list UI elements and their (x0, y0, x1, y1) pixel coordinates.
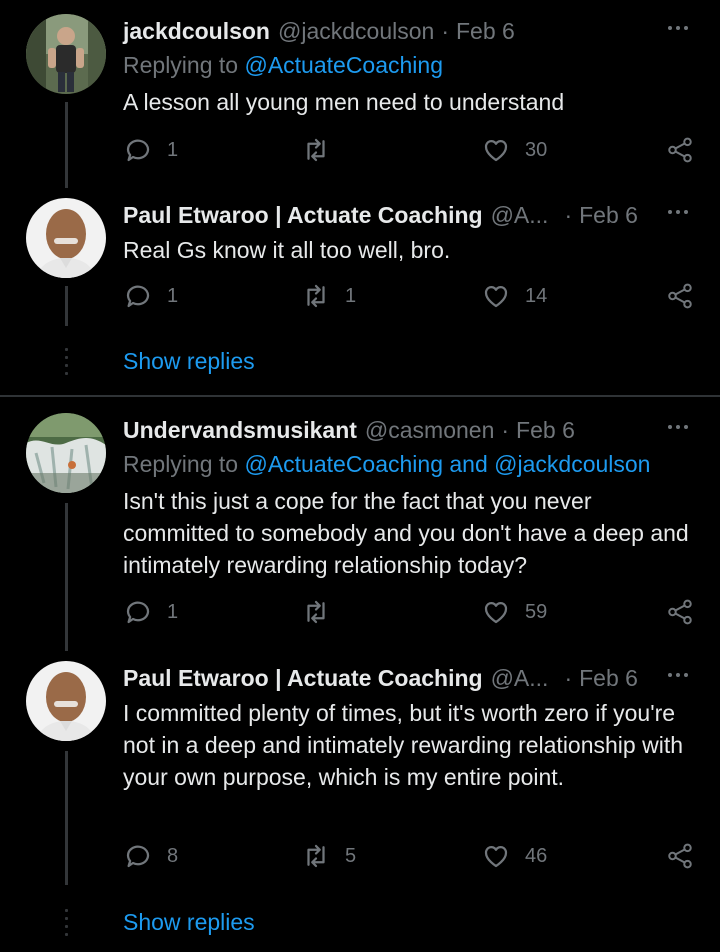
share-button[interactable] (665, 280, 709, 312)
separator: · (501, 416, 510, 443)
avatar[interactable] (26, 198, 106, 278)
mention-link[interactable]: @ActuateCoaching (244, 451, 443, 477)
retweet-icon (307, 600, 325, 624)
reply-icon (126, 601, 150, 624)
thread-dots (65, 348, 68, 380)
reply-button[interactable]: 1 (123, 596, 178, 628)
tweet-actions: 1 30 (123, 134, 703, 166)
separator: · (564, 201, 573, 228)
replying-prefix: Replying to (123, 52, 245, 78)
share-icon (668, 599, 692, 625)
thread-line (65, 503, 68, 651)
retweet-icon (307, 844, 325, 868)
retweet-button[interactable]: 1 (301, 280, 356, 312)
like-button[interactable]: 46 (481, 840, 547, 872)
reply-icon (126, 139, 150, 162)
avatar[interactable] (26, 661, 106, 741)
reply-count: 1 (167, 284, 179, 307)
tweet-text: Real Gs know it all too well, bro. (123, 237, 451, 263)
reply-button[interactable]: 1 (123, 280, 178, 312)
avatar[interactable] (26, 413, 106, 493)
share-button[interactable] (665, 134, 709, 166)
share-button[interactable] (665, 596, 709, 628)
user-handle[interactable]: @A... (491, 665, 549, 692)
reply-count: 8 (167, 844, 179, 867)
tweet-date[interactable]: Feb 6 (516, 417, 575, 444)
tweet-date[interactable]: Feb 6 (579, 202, 638, 229)
share-icon (668, 843, 692, 869)
replying-joiner: and (443, 451, 495, 477)
user-handle[interactable]: @A... (491, 202, 549, 229)
retweet-button[interactable] (301, 596, 345, 628)
separator: · (441, 17, 449, 44)
thread-line (65, 102, 68, 188)
like-button[interactable]: 59 (481, 596, 547, 628)
replying-to: Replying to @ActuateCoaching (123, 52, 443, 79)
mention-link[interactable]: @jackdcoulson (494, 451, 650, 477)
retweet-count: 5 (345, 844, 357, 867)
tweet-actions: 1 59 (123, 596, 703, 628)
divider (0, 395, 720, 397)
like-icon (484, 845, 508, 868)
thread-line (65, 286, 68, 326)
more-icon[interactable] (666, 201, 694, 229)
like-count: 14 (525, 284, 548, 307)
tweet-text: I committed plenty of times, but it's wo… (123, 700, 683, 790)
tweet-header: Undervandsmusikant @casmonen · Feb 6 (123, 413, 575, 447)
reply-button[interactable]: 1 (123, 134, 178, 166)
user-handle[interactable]: @casmonen (365, 417, 494, 444)
show-replies-link[interactable]: Show replies (123, 348, 255, 375)
tweet-header: Paul Etwaroo | Actuate Coaching @A... · … (123, 198, 638, 232)
tweet-actions: 8 5 46 (123, 840, 703, 872)
like-button[interactable]: 30 (481, 134, 547, 166)
reply-icon (126, 285, 150, 308)
reply-count: 1 (167, 600, 179, 623)
display-name[interactable]: jackdcoulson (123, 18, 270, 45)
tweet-actions: 1 1 14 (123, 280, 703, 312)
tweet-date[interactable]: Feb 6 (456, 18, 515, 45)
avatar[interactable] (26, 14, 106, 94)
retweet-count: 1 (345, 284, 357, 307)
retweet-button[interactable] (301, 134, 345, 166)
separator: · (564, 664, 573, 691)
share-button[interactable] (665, 840, 709, 872)
display-name[interactable]: Paul Etwaroo | Actuate Coaching (123, 202, 483, 229)
display-name[interactable]: Undervandsmusikant (123, 417, 357, 444)
reply-icon (126, 845, 150, 868)
more-icon[interactable] (666, 17, 694, 45)
tweet-date[interactable]: Feb 6 (579, 665, 638, 692)
more-icon[interactable] (666, 664, 694, 692)
thread-line (65, 751, 68, 885)
like-count: 59 (525, 600, 548, 623)
tweet-text: Isn't this just a cope for the fact that… (123, 488, 689, 578)
user-handle[interactable]: @jackdcoulson (278, 18, 434, 45)
like-button[interactable]: 14 (481, 280, 547, 312)
mention-link[interactable]: @ActuateCoaching (244, 52, 443, 78)
display-name[interactable]: Paul Etwaroo | Actuate Coaching (123, 665, 483, 692)
like-count: 30 (525, 138, 548, 161)
replying-to: Replying to @ActuateCoaching and @jackdc… (123, 451, 650, 478)
retweet-button[interactable]: 5 (301, 840, 356, 872)
tweet-text: A lesson all young men need to understan… (123, 89, 565, 115)
reply-count: 1 (167, 138, 179, 161)
thread-dots (65, 909, 68, 941)
show-replies-link[interactable]: Show replies (123, 909, 255, 936)
more-icon[interactable] (666, 416, 694, 444)
tweet-header: Paul Etwaroo | Actuate Coaching @A... · … (123, 661, 638, 695)
share-icon (668, 137, 692, 163)
like-icon (484, 601, 508, 624)
retweet-icon (307, 284, 325, 308)
like-count: 46 (525, 844, 548, 867)
share-icon (668, 283, 692, 309)
tweet-header: jackdcoulson @jackdcoulson · Feb 6 (123, 14, 515, 48)
like-icon (484, 139, 508, 162)
retweet-icon (307, 138, 325, 162)
reply-button[interactable]: 8 (123, 840, 178, 872)
like-icon (484, 285, 508, 308)
replying-prefix: Replying to (123, 451, 245, 477)
